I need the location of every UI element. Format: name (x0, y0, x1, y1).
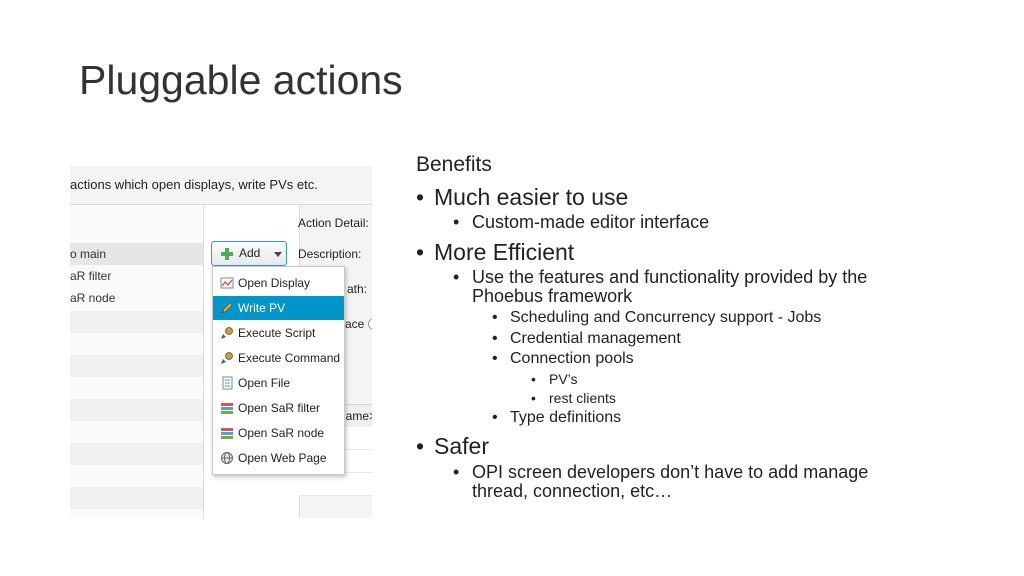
list-stripe (70, 487, 203, 509)
execute-command-icon (221, 352, 233, 364)
execute-script-icon (221, 327, 233, 339)
list-item[interactable]: aR node (70, 287, 203, 309)
bullet-features-line1: Use the features and functionality provi… (472, 267, 868, 287)
benefits-heading: Benefits (416, 153, 492, 176)
list-item[interactable]: o main (70, 243, 203, 265)
bullet-dot: • (492, 409, 498, 426)
open-file-icon (222, 376, 233, 390)
list-stripe (70, 443, 203, 465)
bullet-dot: • (453, 462, 460, 482)
bullet-features-line2: Phoebus framework (472, 286, 633, 306)
bullet-dot: • (531, 371, 536, 387)
list-stripe (70, 311, 203, 333)
menu-item-open-sar-filter[interactable]: Open SaR filter (213, 396, 344, 420)
bullet-pvs: PV’s (549, 371, 578, 387)
bullet-rest-clients: rest clients (549, 390, 616, 406)
list-stripe (70, 355, 203, 377)
add-action-menu: Open Display Write PV Execute Script Exe… (212, 266, 345, 475)
web-page-icon (221, 452, 233, 464)
description-label: Description: (298, 247, 362, 261)
bullet-opi-line2: thread, connection, etc… (472, 481, 673, 501)
bullet-dot: • (453, 212, 460, 232)
menu-item-open-web-page[interactable]: Open Web Page (213, 446, 344, 470)
bullet-efficient: More Efficient (434, 239, 575, 265)
plus-icon (221, 248, 233, 260)
bullet-dot: • (416, 184, 425, 210)
list-stripe (70, 399, 203, 421)
bullet-connection-pools: Connection pools (510, 350, 634, 367)
ui-screenshot: actions which open displays, write PVs e… (70, 166, 372, 518)
add-button[interactable]: Add (211, 241, 287, 266)
bullet-dot: • (492, 350, 498, 367)
menu-item-open-display[interactable]: Open Display (213, 271, 344, 295)
bullet-opi-line1: OPI screen developers don’t have to add … (472, 462, 869, 482)
bullet-dot: • (531, 390, 536, 406)
menu-item-execute-script[interactable]: Execute Script (213, 321, 344, 345)
bullet-safer: Safer (434, 433, 489, 459)
write-pv-icon (221, 302, 233, 314)
menu-item-open-sar-node[interactable]: Open SaR node (213, 421, 344, 445)
chevron-down-icon (274, 252, 282, 257)
table-row[interactable] (299, 473, 372, 496)
bullet-dot: • (492, 330, 498, 347)
sar-node-icon (221, 428, 233, 439)
menu-item-execute-command[interactable]: Execute Command (213, 346, 344, 370)
open-display-icon (220, 277, 234, 289)
sar-filter-icon (221, 403, 233, 414)
place-label: ace (345, 317, 365, 331)
bullet-credential: Credential management (510, 330, 681, 347)
list-item[interactable]: aR filter (70, 265, 203, 287)
bullet-editor: Custom-made editor interface (472, 212, 710, 232)
dialog-header-text: actions which open displays, write PVs e… (70, 177, 318, 192)
menu-item-open-file[interactable]: Open File (213, 371, 344, 395)
bullet-dot: • (416, 433, 425, 459)
bullet-scheduling: Scheduling and Concurrency support - Job… (510, 309, 822, 326)
bullet-dot: • (453, 267, 460, 287)
bullet-type-definitions: Type definitions (510, 409, 622, 426)
add-button-label: Add (239, 246, 261, 260)
bullet-dot: • (492, 309, 498, 326)
action-detail-label: Action Detail: (298, 216, 369, 230)
bullet-dot: • (416, 239, 425, 265)
path-label: ath: (347, 282, 368, 296)
slide-title: Pluggable actions (79, 57, 403, 103)
menu-item-write-pv[interactable]: Write PV (213, 296, 344, 320)
bullet-easier: Much easier to use (434, 184, 629, 210)
